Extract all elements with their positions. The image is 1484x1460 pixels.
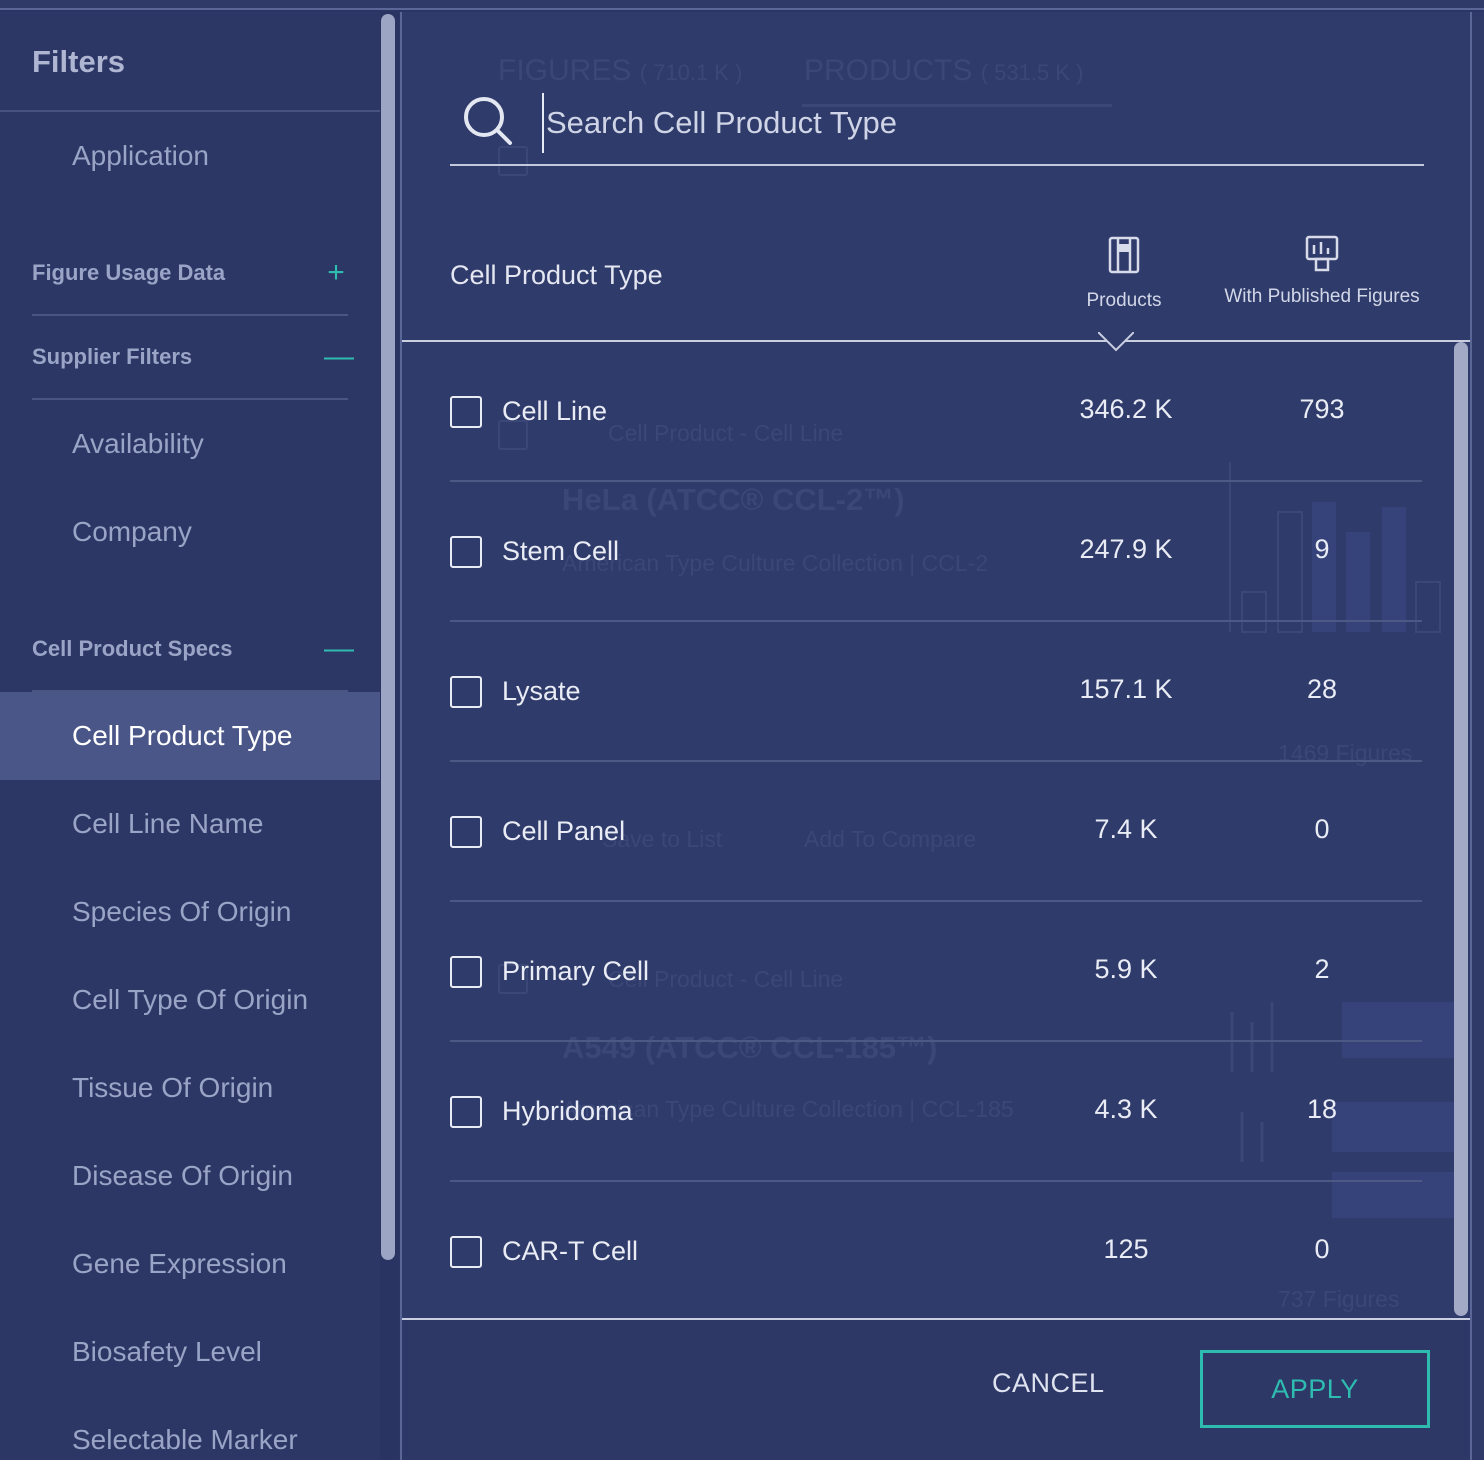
option-label: Hybridoma [502, 1096, 633, 1126]
sidebar-item-gene-expression[interactable]: Gene Expression [0, 1220, 380, 1308]
sidebar-item-cell-line-name[interactable]: Cell Line Name [0, 780, 380, 868]
figures-count: 2 [1314, 954, 1330, 984]
sidebar-item-company[interactable]: Company [0, 488, 380, 576]
window-top-edge [0, 0, 1484, 10]
products-count: 346.2 K [1079, 394, 1173, 424]
collapse-minus-icon[interactable]: — [324, 340, 354, 374]
sidebar-item-label: Cell Line Name [72, 808, 264, 839]
sidebar-item-tissue-of-origin[interactable]: Tissue Of Origin [0, 1044, 380, 1132]
expand-plus-icon[interactable]: + [324, 256, 348, 290]
checkbox[interactable] [450, 1236, 482, 1268]
option-label: Stem Cell [502, 536, 620, 566]
list-item-hybridoma[interactable]: Hybridoma 4.3 K 18 [450, 1042, 1422, 1182]
figures-count: 0 [1314, 814, 1330, 844]
list-item-car-t-cell[interactable]: CAR-T Cell 125 0 [450, 1182, 1422, 1322]
cell-product-type-filter-panel: FIGURES ( 710.1 K ) PRODUCTS ( 531.5 K )… [400, 12, 1472, 1460]
list-item-stem-cell[interactable]: Stem Cell 247.9 K 9 [450, 482, 1422, 622]
column-label: Products [1086, 290, 1162, 311]
cancel-button[interactable]: CANCEL [992, 1368, 1105, 1399]
table-header: Cell Product Type Products With Publishe… [402, 212, 1470, 342]
sidebar-item-biosafety-level[interactable]: Biosafety Level [0, 1308, 380, 1396]
sidebar-item-label: Cell Type Of Origin [72, 984, 309, 1015]
sidebar-item-label: Tissue Of Origin [72, 1072, 274, 1103]
sidebar-group-cell-product-specs[interactable]: Cell Product Specs — [32, 608, 354, 692]
products-count: 7.4 K [1094, 814, 1158, 844]
checkbox[interactable] [450, 536, 482, 568]
option-label: Primary Cell [502, 956, 650, 986]
figures-count: 9 [1314, 534, 1330, 564]
sidebar-item-label: Cell Product Type [72, 720, 293, 751]
sidebar-item-label: Availability [72, 428, 204, 459]
sidebar-item-cell-type-of-origin[interactable]: Cell Type Of Origin [0, 956, 380, 1044]
products-count: 247.9 K [1079, 534, 1173, 564]
list-item-cell-line[interactable]: Cell Line 346.2 K 793 [450, 342, 1422, 482]
sidebar-item-availability[interactable]: Availability [0, 400, 380, 488]
checkbox[interactable] [450, 396, 482, 428]
checkbox[interactable] [450, 1096, 482, 1128]
figures-count: 28 [1306, 674, 1338, 704]
header-title: Cell Product Type [450, 260, 663, 290]
checkbox[interactable] [450, 676, 482, 708]
sidebar-group-label: Figure Usage Data [32, 260, 226, 285]
collapse-minus-icon[interactable]: — [324, 632, 354, 666]
panel-footer: CANCEL APPLY [402, 1318, 1470, 1460]
column-label: With Published Figures [1224, 286, 1420, 307]
sidebar-item-label: Biosafety Level [72, 1336, 262, 1367]
sidebar-scrollbar-thumb[interactable] [381, 14, 395, 1260]
sidebar-group-supplier-filters[interactable]: Supplier Filters — [32, 316, 354, 400]
sidebar-item-selectable-marker[interactable]: Selectable Marker [0, 1396, 380, 1460]
column-published-figures[interactable]: With Published Figures [1202, 234, 1442, 308]
products-icon [1108, 236, 1140, 274]
option-label: Cell Line [502, 396, 608, 426]
sidebar-item-label: Application [72, 140, 209, 171]
sidebar-item-label: Species Of Origin [72, 896, 292, 927]
sidebar-title: Filters [32, 44, 126, 79]
sidebar-item-species-of-origin[interactable]: Species Of Origin [0, 868, 380, 956]
sidebar-item-label: Company [72, 516, 192, 547]
sidebar-group-figure-usage-data[interactable]: Figure Usage Data + [32, 232, 348, 316]
figures-count: 0 [1314, 1234, 1330, 1264]
published-figures-icon [1305, 235, 1339, 272]
option-label: Cell Panel [502, 816, 626, 846]
filters-sidebar: Filters Application Figure Usage Data + … [0, 12, 398, 1460]
sidebar-group-label: Supplier Filters [32, 344, 193, 369]
figures-count: 18 [1306, 1094, 1338, 1124]
window-right-edge [1472, 12, 1484, 1460]
checkbox[interactable] [450, 956, 482, 988]
sidebar-item-label: Selectable Marker [72, 1424, 298, 1455]
sidebar-item-label: Gene Expression [72, 1248, 287, 1279]
products-count: 5.9 K [1094, 954, 1158, 984]
option-label: Lysate [502, 676, 581, 706]
checkbox[interactable] [450, 816, 482, 848]
sidebar-item-disease-of-origin[interactable]: Disease Of Origin [0, 1132, 380, 1220]
products-count: 157.1 K [1079, 674, 1173, 704]
search-icon [464, 97, 512, 145]
column-products[interactable]: Products [1024, 234, 1224, 312]
panel-scrollbar-thumb[interactable] [1454, 342, 1468, 1316]
option-list: Cell Line 346.2 K 793 Stem Cell 247.9 K … [402, 342, 1470, 1322]
apply-button[interactable]: APPLY [1200, 1350, 1430, 1428]
list-item-cell-panel[interactable]: Cell Panel 7.4 K 0 [450, 762, 1422, 902]
sidebar-item-cell-product-type[interactable]: Cell Product Type [0, 692, 380, 780]
list-item-primary-cell[interactable]: Primary Cell 5.9 K 2 [450, 902, 1422, 1042]
products-count: 4.3 K [1094, 1094, 1158, 1124]
list-item-lysate[interactable]: Lysate 157.1 K 28 [450, 622, 1422, 762]
sidebar-item-application[interactable]: Application [0, 112, 380, 200]
sidebar-group-label: Cell Product Specs [32, 636, 233, 661]
option-label: CAR-T Cell [502, 1236, 639, 1266]
sidebar-item-label: Disease Of Origin [72, 1160, 293, 1191]
search-input[interactable] [542, 93, 1424, 153]
products-count: 125 [1103, 1234, 1149, 1264]
figures-count: 793 [1299, 394, 1345, 424]
search-bar [450, 82, 1424, 166]
